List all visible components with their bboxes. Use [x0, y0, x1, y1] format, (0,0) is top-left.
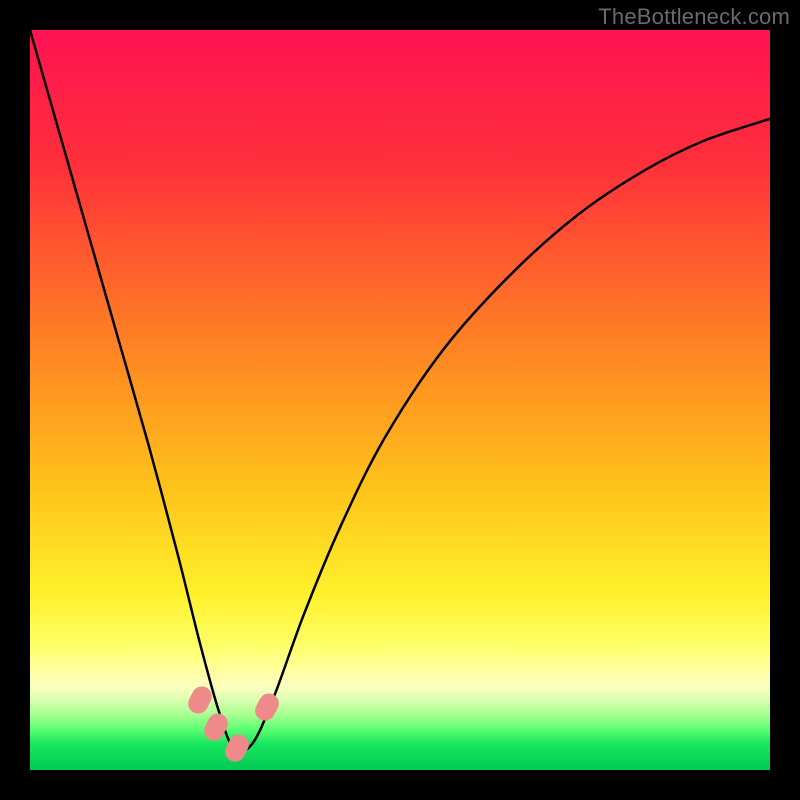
watermark-text: TheBottleneck.com [598, 4, 790, 30]
plot-area [30, 30, 770, 770]
v-curve [30, 30, 770, 770]
outer-frame: TheBottleneck.com [0, 0, 800, 800]
